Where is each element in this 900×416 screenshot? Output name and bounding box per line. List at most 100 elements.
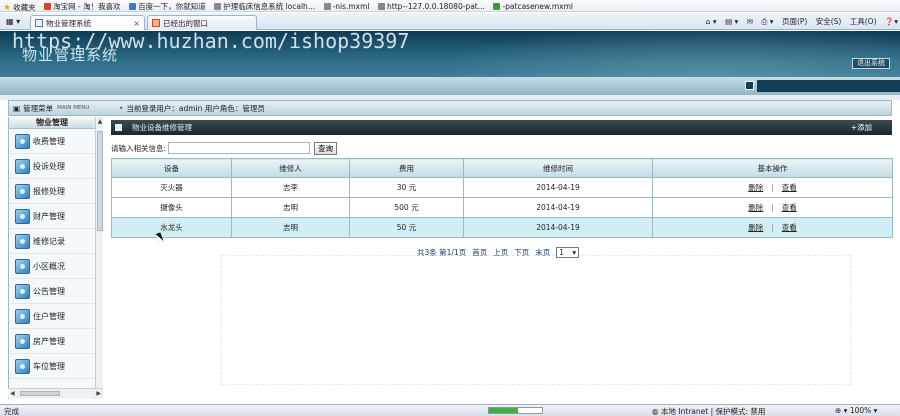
- separator: |: [771, 203, 774, 212]
- cell-actions: 删除 | 查看: [652, 197, 893, 218]
- module-icon: [15, 333, 30, 349]
- delete-link[interactable]: 删除: [748, 203, 763, 212]
- sidebar: 物业管理 收费管理 投诉处理 报修处理 财产管理 维修记录 小区概况 公告管理 …: [8, 117, 103, 399]
- progress-fill: [489, 408, 519, 413]
- window-icon[interactable]: [745, 81, 754, 90]
- table-row: 灭火器 志李 30 元 2014-04-19 删除 | 查看: [111, 177, 893, 198]
- sidebar-item-housing[interactable]: 房产管理: [9, 329, 95, 354]
- favorite-link-nis-mxml[interactable]: -nis.mxml: [321, 0, 373, 11]
- tab-grid-icon[interactable]: ▦ ▾: [6, 17, 20, 26]
- sidebar-item-fees[interactable]: 收费管理: [9, 129, 95, 154]
- sidebar-item-complaints[interactable]: 投诉处理: [9, 154, 95, 179]
- status-text: 完成: [4, 407, 19, 416]
- cell-actions: 删除 | 查看: [652, 177, 893, 198]
- module-icon: [15, 208, 30, 224]
- sidebar-item-community[interactable]: 小区概况: [9, 254, 95, 279]
- add-button[interactable]: +添加: [851, 122, 872, 133]
- separator: |: [771, 223, 774, 232]
- site-icon: [323, 2, 331, 10]
- module-icon: [15, 283, 30, 299]
- pager-prev[interactable]: 上页: [493, 247, 508, 258]
- favorite-link-nis[interactable]: 护理临床信息系统 localh...: [211, 0, 318, 11]
- main-panel: 物业设备维修管理 +添加 请输入相关信息: 查询 设备 维修人 费用 维修时间 …: [111, 120, 893, 400]
- tab-property-system[interactable]: 物业管理系统 ×: [30, 15, 145, 30]
- search-input[interactable]: [168, 142, 311, 154]
- scroll-up-icon[interactable]: ▲: [96, 117, 103, 126]
- view-link[interactable]: 查看: [782, 223, 797, 232]
- menu-icon: ▣: [13, 103, 21, 113]
- sidebar-item-parking[interactable]: 车位管理: [9, 354, 95, 379]
- table-row: 水龙头 志明 50 元 2014-04-19 删除 | 查看: [111, 217, 893, 238]
- search-row: 请输入相关信息: 查询: [111, 141, 338, 155]
- pager-last[interactable]: 末页: [535, 247, 550, 258]
- sidebar-item-assets[interactable]: 财产管理: [9, 204, 95, 229]
- module-icon: [15, 183, 30, 199]
- mail-icon[interactable]: ✉: [747, 17, 753, 26]
- sidebar-hscrollbar[interactable]: ◀ ▶: [8, 388, 103, 398]
- safety-menu[interactable]: 安全(S): [816, 17, 842, 26]
- print-icon[interactable]: ⎙ ▾: [761, 17, 773, 26]
- module-icon: [15, 258, 30, 274]
- view-link[interactable]: 查看: [782, 183, 797, 192]
- tab-closed-window[interactable]: 已经出的窗口: [147, 15, 257, 30]
- page-select[interactable]: 1 ▾: [556, 246, 580, 258]
- status-bar: 完成 ◍ 本地 Intranet | 保护模式: 禁用 ⊕ ▾ 100% ▾: [0, 404, 900, 416]
- home-icon[interactable]: ⌂ ▾: [706, 17, 717, 26]
- pager-first[interactable]: 首页: [472, 247, 487, 258]
- sidebar-item-repairs[interactable]: 报修处理: [9, 179, 95, 204]
- hscroll-thumb[interactable]: [20, 391, 60, 396]
- delete-link[interactable]: 删除: [748, 223, 763, 232]
- page-menu[interactable]: 页面(P): [782, 17, 807, 26]
- watermark: https://www.huzhan.com/ishop39397: [12, 31, 410, 53]
- cell-date: 2014-04-19: [463, 177, 653, 198]
- site-icon: [378, 2, 386, 10]
- module-icon: [15, 308, 30, 324]
- cell-device: 水龙头: [111, 217, 232, 238]
- column-header: 设备: [111, 158, 232, 178]
- close-icon[interactable]: ×: [133, 19, 140, 28]
- favorite-link-baidu[interactable]: 百度一下，你就知道: [126, 0, 209, 11]
- scroll-thumb[interactable]: [97, 131, 103, 231]
- page-icon: [152, 19, 160, 27]
- bullet-icon: •: [119, 103, 124, 113]
- panel-header: 物业设备维修管理 +添加: [111, 120, 892, 135]
- module-icon: [15, 358, 30, 374]
- separator: |: [771, 183, 774, 192]
- help-icon[interactable]: ❓▾: [885, 17, 898, 26]
- cell-actions: 删除 | 查看: [652, 217, 893, 238]
- favorite-link-localhost[interactable]: http--127.0.0.18080-pat...: [375, 0, 488, 11]
- cell-cost: 30 元: [349, 177, 464, 198]
- favorite-link-patcasenew[interactable]: -patcasenew.mxml: [490, 0, 576, 11]
- pager-next[interactable]: 下页: [514, 247, 529, 258]
- sidebar-item-repair-records[interactable]: 维修记录: [9, 229, 95, 254]
- column-header: 费用: [349, 158, 464, 178]
- background-decoration: [221, 255, 851, 385]
- site-icon: [44, 2, 52, 10]
- tools-menu[interactable]: 工具(O): [850, 17, 877, 26]
- view-link[interactable]: 查看: [782, 203, 797, 212]
- header-decoration: [420, 31, 900, 77]
- module-icon: [15, 133, 30, 149]
- sidebar-item-notices[interactable]: 公告管理: [9, 279, 95, 304]
- column-header: 维修时间: [463, 158, 653, 178]
- header-substrip: [0, 77, 900, 95]
- feeds-icon[interactable]: ▤ ▾: [725, 17, 738, 26]
- scroll-left-icon[interactable]: ◀: [10, 390, 15, 397]
- substrip-panel: [757, 80, 900, 92]
- search-button[interactable]: 查询: [314, 141, 338, 155]
- sidebar-scrollbar[interactable]: ▲: [95, 117, 103, 399]
- module-icon: [15, 158, 30, 174]
- user-info: 当前登录用户：admin 用户角色：管理员: [126, 103, 265, 113]
- delete-link[interactable]: 删除: [748, 183, 763, 192]
- cell-device: 灭火器: [111, 177, 232, 198]
- table-header-row: 设备 维修人 费用 维修时间 基本操作: [111, 158, 893, 178]
- load-progress: [488, 407, 543, 414]
- logout-button[interactable]: 退出系统: [852, 58, 890, 69]
- favorite-link-taobao[interactable]: 淘宝网 - 淘！我喜欢: [41, 0, 123, 11]
- site-icon: [129, 2, 137, 10]
- sidebar-item-residents[interactable]: 住户管理: [9, 304, 95, 329]
- zoom-control[interactable]: ⊕ ▾ 100% ▾: [835, 406, 877, 415]
- menu-header-bar: ▣ 管理菜单 MAIN MENU • 当前登录用户：admin 用户角色：管理员: [8, 100, 892, 116]
- scroll-right-icon[interactable]: ▶: [96, 390, 101, 397]
- favorites-button[interactable]: ★ 收藏夹: [0, 2, 39, 12]
